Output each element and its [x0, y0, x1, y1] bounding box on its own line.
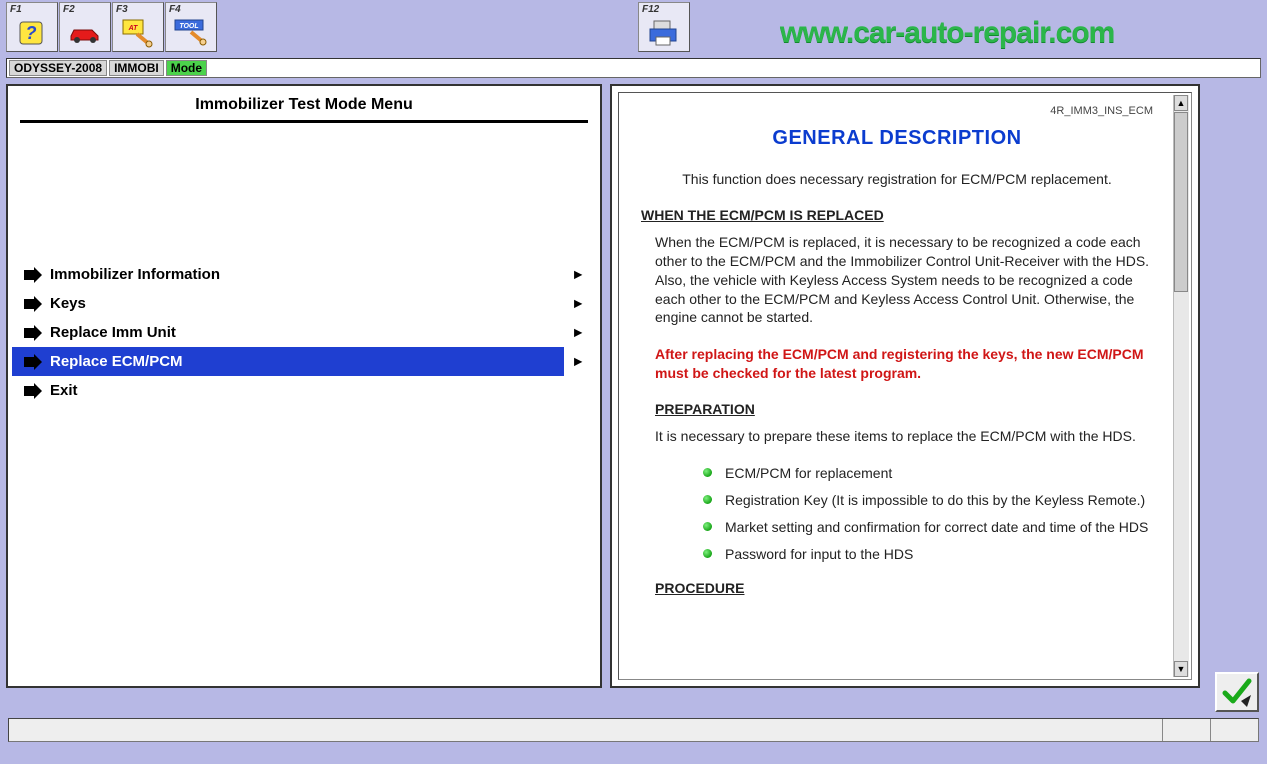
f2-button[interactable]: F2: [59, 2, 111, 52]
workspace: Immobilizer Test Mode Menu Immobilizer I…: [6, 84, 1261, 688]
menu-item-label: Keys: [50, 295, 86, 312]
doc-frame: 4R_IMM3_INS_ECM GENERAL DESCRIPTION This…: [618, 92, 1192, 680]
scroll-up-button[interactable]: ▲: [1174, 95, 1188, 111]
doc-heading-procedure: PROCEDURE: [641, 580, 1153, 596]
watermark-text: www.car-auto-repair.com: [780, 16, 1114, 50]
tool-icon: TOOL: [173, 17, 209, 49]
f4-button[interactable]: F4 TOOL: [165, 2, 217, 52]
menu-item-label: Immobilizer Information: [50, 266, 220, 283]
confirm-button[interactable]: [1215, 672, 1259, 712]
menu-title: Immobilizer Test Mode Menu: [20, 86, 588, 123]
f1-label: F1: [10, 4, 22, 15]
chevron-right-icon: ▶: [574, 327, 582, 338]
menu-item-keys[interactable]: Keys ▶: [20, 289, 588, 318]
status-main: [9, 719, 1162, 741]
help-icon: ?: [14, 17, 50, 49]
print-icon: [646, 17, 682, 49]
checkmark-icon: [1221, 677, 1253, 707]
bullet-item: Market setting and confirmation for corr…: [725, 518, 1153, 537]
status-seg-2: [1210, 719, 1258, 741]
menu-item-exit[interactable]: Exit: [20, 376, 588, 405]
chevron-right-icon: ▶: [574, 356, 582, 367]
f1-button[interactable]: F1 ?: [6, 2, 58, 52]
f12-button[interactable]: F12: [638, 2, 690, 52]
hand-icon: [22, 382, 44, 400]
car-icon: [67, 17, 103, 49]
chevron-right-icon: ▶: [574, 298, 582, 309]
menu-item-label: Replace ECM/PCM: [50, 353, 183, 370]
doc-code: 4R_IMM3_INS_ECM: [641, 105, 1153, 117]
doc-content: 4R_IMM3_INS_ECM GENERAL DESCRIPTION This…: [621, 95, 1173, 677]
hand-icon: [22, 266, 44, 284]
f2-label: F2: [63, 4, 75, 15]
f3-button[interactable]: F3 AT: [112, 2, 164, 52]
breadcrumb-system: IMMOBI: [109, 60, 164, 76]
svg-text:AT: AT: [128, 25, 139, 32]
breadcrumb: ODYSSEY-2008 IMMOBI Mode: [6, 58, 1261, 78]
hand-icon: [22, 353, 44, 371]
toolbar: F1 ? F2 F3 AT F4: [0, 0, 1267, 56]
doc-heading-preparation: PREPARATION: [641, 401, 1153, 417]
doc-intro: This function does necessary registratio…: [641, 170, 1153, 189]
bullet-item: ECM/PCM for replacement: [725, 464, 1153, 483]
menu-list: Immobilizer Information ▶ Keys ▶ Replace…: [20, 260, 588, 405]
doc-paragraph: It is necessary to prepare these items t…: [641, 427, 1153, 446]
hand-icon: [22, 295, 44, 313]
menu-item-replace-ecm-pcm[interactable]: Replace ECM/PCM ▶: [12, 347, 564, 376]
menu-item-label: Replace Imm Unit: [50, 324, 176, 341]
f12-label: F12: [642, 4, 659, 15]
hand-icon: [22, 324, 44, 342]
breadcrumb-mode: Mode: [166, 60, 207, 76]
f3-label: F3: [116, 4, 128, 15]
status-bar: [8, 718, 1259, 742]
doc-bullet-list: ECM/PCM for replacement Registration Key…: [641, 464, 1153, 564]
bullet-item: Password for input to the HDS: [725, 545, 1153, 564]
scrollbar[interactable]: ▲ ▼: [1173, 95, 1189, 677]
scroll-down-button[interactable]: ▼: [1174, 661, 1188, 677]
scan-icon: AT: [120, 17, 156, 49]
menu-item-label: Exit: [50, 382, 78, 399]
menu-item-replace-imm-unit[interactable]: Replace Imm Unit ▶: [20, 318, 588, 347]
bullet-item: Registration Key (It is impossible to do…: [725, 491, 1153, 510]
breadcrumb-vehicle: ODYSSEY-2008: [9, 60, 107, 76]
doc-title: GENERAL DESCRIPTION: [641, 127, 1153, 150]
doc-paragraph: When the ECM/PCM is replaced, it is nece…: [641, 233, 1153, 327]
scroll-thumb[interactable]: [1174, 112, 1188, 292]
status-seg-1: [1162, 719, 1210, 741]
svg-text:?: ?: [26, 23, 37, 43]
svg-text:TOOL: TOOL: [179, 23, 198, 30]
f4-label: F4: [169, 4, 181, 15]
doc-warning: After replacing the ECM/PCM and register…: [641, 345, 1153, 383]
doc-heading-replaced: WHEN THE ECM/PCM IS REPLACED: [641, 207, 1153, 223]
menu-item-immobilizer-information[interactable]: Immobilizer Information ▶: [20, 260, 588, 289]
chevron-right-icon: ▶: [574, 269, 582, 280]
menu-panel: Immobilizer Test Mode Menu Immobilizer I…: [6, 84, 602, 688]
description-panel: 4R_IMM3_INS_ECM GENERAL DESCRIPTION This…: [610, 84, 1200, 688]
